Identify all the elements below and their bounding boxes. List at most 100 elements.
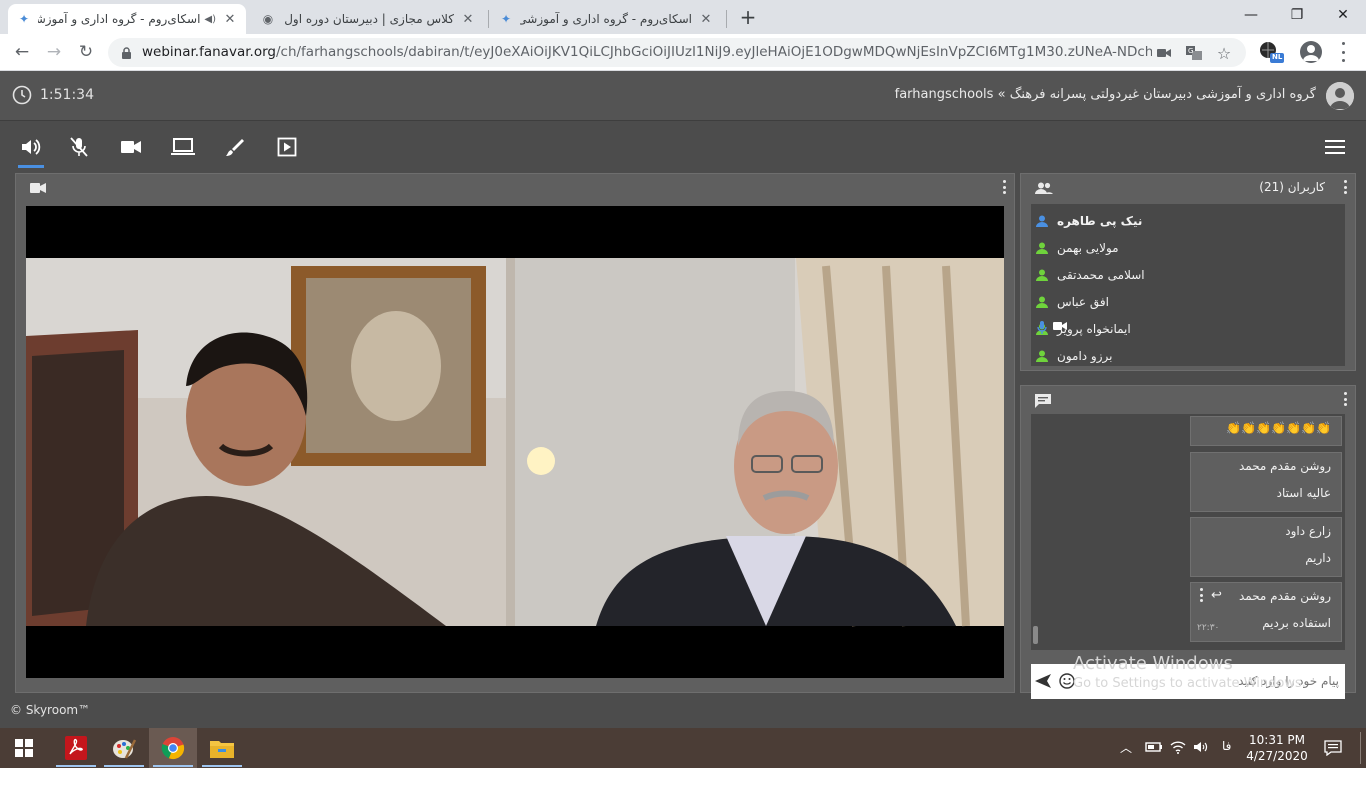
online-user-icon xyxy=(1035,268,1049,282)
svg-text:G: G xyxy=(1188,47,1193,55)
message-time: ۲۲:۳۰ xyxy=(1197,623,1220,633)
chat-message[interactable]: زارع داود داریم xyxy=(1190,517,1342,577)
user-name: ایمانخواه پرویز xyxy=(1057,321,1131,336)
chat-scrollbar[interactable] xyxy=(1033,626,1038,644)
account-name[interactable]: farhangschools xyxy=(895,87,994,102)
minimize-button[interactable]: — xyxy=(1228,0,1274,30)
emoji-icon[interactable] xyxy=(1059,673,1075,689)
video-camera-icon xyxy=(1053,322,1067,330)
show-hidden-icons-icon[interactable]: ︿ xyxy=(1120,739,1132,756)
windows-taskbar: ︿ فا 10:31 PM 4/27/2020 xyxy=(0,728,1366,768)
url-text[interactable]: webinar.fanavar.org/ch/farhangschools/da… xyxy=(142,44,1152,60)
users-group-icon xyxy=(1035,182,1053,194)
message-menu-icon[interactable] xyxy=(1199,588,1203,602)
lock-icon[interactable] xyxy=(116,43,136,63)
message-text: استفاده بردیم xyxy=(1262,616,1331,630)
online-user-icon xyxy=(1035,241,1049,255)
maximize-button[interactable]: ❐ xyxy=(1274,0,1320,30)
profile-avatar-icon[interactable] xyxy=(1300,41,1322,63)
user-avatar-icon[interactable] xyxy=(1326,82,1354,110)
speaker-icon[interactable] xyxy=(18,134,44,168)
skyroom-icon: ✦ xyxy=(18,12,30,26)
users-panel-menu-icon[interactable] xyxy=(1343,180,1347,194)
room-header: 1:51:34 گروه اداری و آموزشی دبیرستان غیر… xyxy=(0,71,1366,121)
user-item[interactable]: برزو دامون xyxy=(1035,342,1335,366)
user-name: مولایی بهمن xyxy=(1057,240,1119,255)
chat-message[interactable]: روشن مقدم محمد استفاده بردیم ۲۲:۳۰ ↩ xyxy=(1190,582,1342,642)
volume-icon[interactable] xyxy=(1193,740,1209,754)
chat-panel-menu-icon[interactable] xyxy=(1343,392,1347,406)
audio-playing-icon[interactable]: ◀) xyxy=(204,14,216,25)
whiteboard-brush-icon[interactable] xyxy=(222,134,248,160)
chat-message-input[interactable] xyxy=(1099,671,1339,691)
taskbar-clock[interactable]: 10:31 PM 4/27/2020 xyxy=(1240,732,1314,764)
message-sender: زارع داود xyxy=(1285,524,1331,538)
message-text: داریم xyxy=(1305,551,1331,565)
translate-icon[interactable]: G xyxy=(1184,43,1204,63)
video-panel-menu-icon[interactable] xyxy=(1002,180,1006,194)
input-language-indicator[interactable]: فا xyxy=(1222,739,1231,753)
camera-icon[interactable] xyxy=(118,134,144,160)
bookmark-star-icon[interactable]: ☆ xyxy=(1214,43,1234,63)
online-user-icon xyxy=(1035,349,1049,363)
windows-start-icon[interactable] xyxy=(0,728,48,768)
chat-bubble-icon xyxy=(1035,394,1051,408)
chat-messages: 👏👏👏👏👏👏👏 روشن مقدم محمد عالیه استاد زارع … xyxy=(1031,414,1345,650)
camera-blocked-icon[interactable] xyxy=(1154,43,1174,63)
screen-share-icon[interactable] xyxy=(170,134,196,160)
send-icon[interactable] xyxy=(1035,674,1051,688)
skyroom-copyright: © Skyroom™ xyxy=(10,703,91,717)
close-tab-icon[interactable]: ✕ xyxy=(222,12,238,27)
wifi-icon[interactable] xyxy=(1170,740,1186,754)
room-breadcrumb: گروه اداری و آموزشی دبیرستان غیردولتی پس… xyxy=(895,87,1316,102)
clock-icon xyxy=(12,85,32,105)
play-file-icon[interactable] xyxy=(274,134,300,160)
user-item[interactable]: مولایی بهمن xyxy=(1035,234,1335,261)
reload-icon[interactable]: ↻ xyxy=(74,40,98,64)
acrobat-icon[interactable] xyxy=(52,728,100,768)
user-item[interactable]: افق عباس xyxy=(1035,288,1335,315)
mic-off-icon[interactable] xyxy=(66,134,92,160)
vpn-extension-icon[interactable]: NL xyxy=(1258,40,1284,64)
new-tab-button[interactable]: + xyxy=(736,5,760,29)
extension-badge: NL xyxy=(1272,53,1283,61)
video-stream[interactable] xyxy=(26,206,1004,678)
tab-separator xyxy=(726,10,727,28)
users-count: کاربران (21) xyxy=(1259,180,1325,194)
chat-message[interactable]: 👏👏👏👏👏👏👏 xyxy=(1190,416,1342,446)
blank-area xyxy=(0,768,1366,794)
tab-virtual-class[interactable]: ◉ کلاس مجازی | دبیرستان دوره اول فر ✕ xyxy=(252,4,484,34)
session-timer: 1:51:34 xyxy=(12,85,94,105)
close-tab-icon[interactable]: ✕ xyxy=(698,12,714,27)
reply-icon[interactable]: ↩ xyxy=(1211,588,1222,603)
chat-message[interactable]: روشن مقدم محمد عالیه استاد xyxy=(1190,452,1342,512)
tab-skyroom-active[interactable]: ✦ اسکای‌روم - گروه اداری و آموزشی ◀) ✕ xyxy=(8,4,246,34)
show-desktop-button[interactable] xyxy=(1360,732,1361,764)
close-tab-icon[interactable]: ✕ xyxy=(460,12,476,27)
address-bar[interactable]: webinar.fanavar.org/ch/farhangschools/da… xyxy=(108,38,1246,67)
user-item[interactable]: نیک پی طاهره xyxy=(1035,207,1335,234)
action-center-icon[interactable] xyxy=(1324,740,1342,756)
tab-separator xyxy=(488,10,489,28)
chat-panel: 👏👏👏👏👏👏👏 روشن مقدم محمد عالیه استاد زارع … xyxy=(1020,385,1356,699)
chrome-icon[interactable] xyxy=(149,728,197,768)
forward-icon[interactable]: → xyxy=(42,40,66,64)
user-name: نیک پی طاهره xyxy=(1057,213,1143,228)
file-explorer-icon[interactable] xyxy=(198,728,246,768)
battery-icon[interactable] xyxy=(1145,740,1163,754)
user-name: اسلامی محمدتقی xyxy=(1057,267,1145,282)
user-item[interactable]: ایمانخواه پرویز xyxy=(1035,315,1335,342)
close-window-button[interactable]: ✕ xyxy=(1320,0,1366,30)
url-host: webinar.fanavar.org xyxy=(142,44,276,60)
users-list: نیک پی طاهره مولایی بهمن اسلامی محمدتقی … xyxy=(1031,204,1345,366)
back-icon[interactable]: ← xyxy=(10,40,34,64)
main-menu-icon[interactable] xyxy=(1322,134,1348,160)
microphone-icon xyxy=(1037,321,1047,334)
tab-skyroom-second[interactable]: ✦ اسکای‌روم - گروه اداری و آموزشی دب ✕ xyxy=(490,4,722,34)
paint-icon[interactable] xyxy=(100,728,148,768)
video-camera-icon xyxy=(30,183,46,193)
browser-menu-icon[interactable] xyxy=(1338,42,1348,62)
clock-time: 10:31 PM xyxy=(1249,733,1305,747)
user-item[interactable]: اسلامی محمدتقی xyxy=(1035,261,1335,288)
tab-title: اسکای‌روم - گروه اداری و آموزشی دب xyxy=(520,12,692,26)
